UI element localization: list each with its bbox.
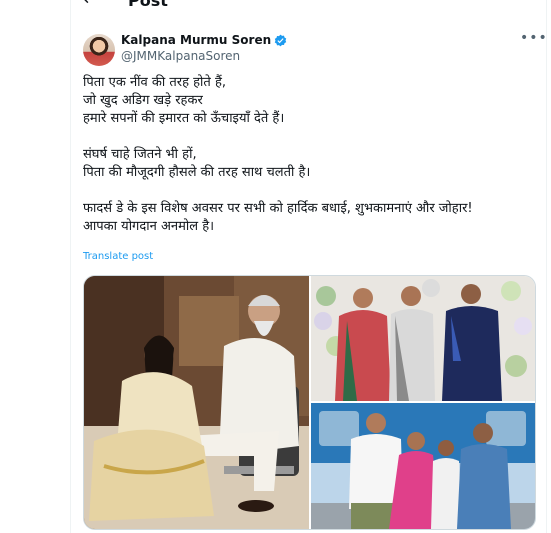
author-name[interactable]: Kalpana Murmu Soren [121, 33, 271, 47]
author-name-row: Kalpana Murmu Soren [121, 33, 287, 47]
photo-family-near-helicopter[interactable] [311, 403, 535, 529]
tweet-line: हमारे सपनों की इमारत को ऊँचाइयाँ देते है… [83, 111, 285, 126]
right-column-border [546, 0, 547, 533]
post-header: ← Post [71, 0, 546, 14]
photo-2-illustration [311, 276, 535, 401]
arrow-left-icon[interactable]: ← [83, 0, 98, 9]
tweet-line: जो खुद अडिग खड़े रहकर [83, 93, 203, 108]
tweet-text: पिता एक नींव की तरह होते हैं, जो खुद अडि… [83, 74, 528, 236]
more-horizontal-icon[interactable]: ••• [520, 30, 548, 46]
photo-3-illustration [311, 403, 535, 529]
left-column-border [70, 0, 71, 533]
page-title: Post [128, 0, 168, 10]
photo-father-and-daughter[interactable] [84, 276, 309, 529]
tweet-line: संघर्ष चाहे जितने भी हों, [83, 147, 197, 162]
tweet-line: पिता एक नींव की तरह होते हैं, [83, 75, 227, 90]
verified-badge-icon[interactable] [274, 34, 287, 47]
tweet-line: आपका योगदान अनमोल है। [83, 219, 215, 234]
author-handle[interactable]: @JMMKalpanaSoren [121, 49, 240, 63]
photo-1-illustration [84, 276, 309, 529]
tweet-line: फादर्स डे के इस विशेष अवसर पर सभी को हार… [83, 201, 473, 216]
tweet-line: पिता की मौजूदगी हौसले की तरह साथ चलती है… [83, 165, 311, 180]
photo-family-with-balloons[interactable] [311, 276, 535, 401]
translate-post-link[interactable]: Translate post [83, 251, 153, 262]
media-grid [83, 275, 536, 530]
avatar[interactable] [83, 34, 115, 66]
